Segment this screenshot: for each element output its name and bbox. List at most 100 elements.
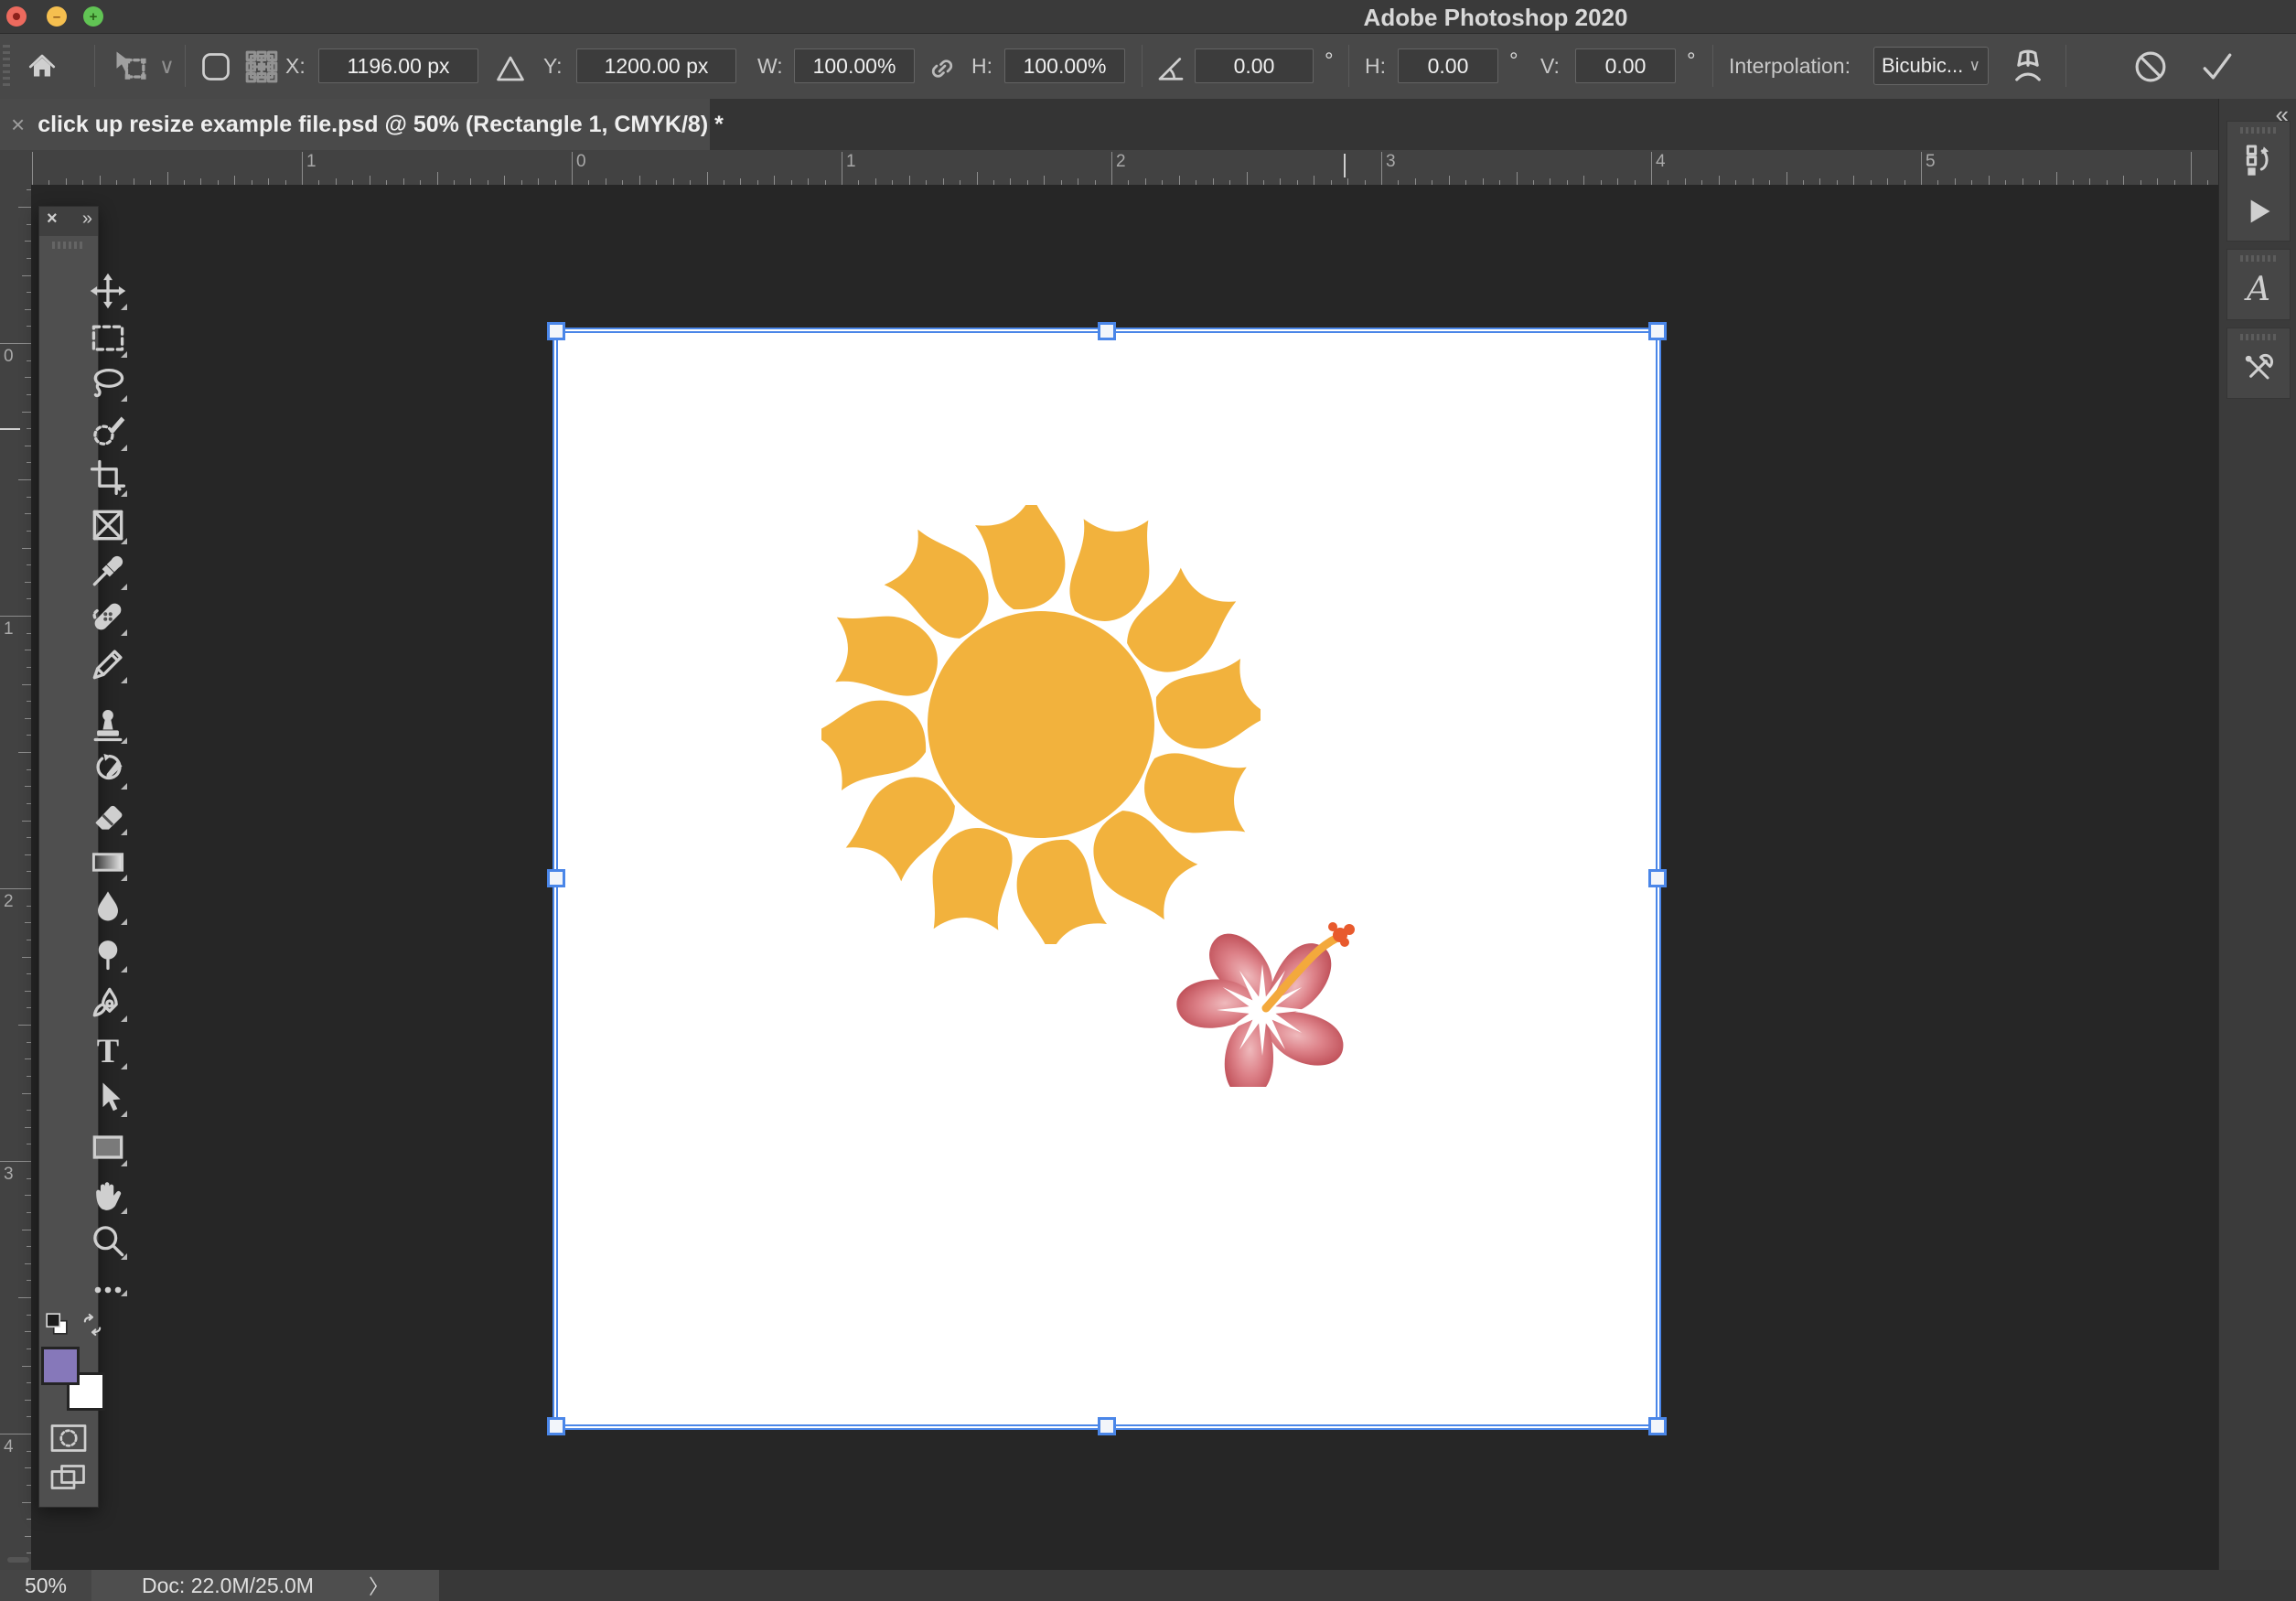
ruler-label: 2 [1116,152,1126,171]
rectangular-marquee-tool[interactable] [88,318,128,359]
hskew-label: H: [1365,54,1386,78]
degree-symbol: ° [1509,48,1518,73]
close-window-button[interactable] [6,6,27,27]
transform-handle-mid-right[interactable] [1648,869,1667,887]
angle-icon [1154,52,1187,85]
crop-tool[interactable] [88,457,128,498]
frame-tool[interactable] [88,505,128,545]
home-icon[interactable] [26,50,59,83]
vertical-ruler[interactable]: 0 1 2 3 4 [0,185,32,1570]
object-selection-tool[interactable] [88,412,128,452]
transform-handle-top-right[interactable] [1648,322,1667,340]
eraser-tool[interactable] [88,796,128,836]
w-label: W: [757,54,783,78]
panel-group [2226,121,2291,242]
lasso-tool[interactable] [88,362,128,403]
y-label: Y: [543,54,563,78]
document-tab[interactable]: × click up resize example file.psd @ 50%… [0,99,724,150]
tool-presets-panel-icon[interactable] [2240,350,2277,387]
close-tab-icon[interactable]: × [11,111,25,139]
panel-grip[interactable] [2240,127,2277,134]
eyedropper-tool[interactable] [88,551,128,591]
panel-group [2226,328,2291,399]
zoom-level-field[interactable]: 50% [0,1570,91,1601]
move-tool[interactable] [88,271,128,311]
reference-point-icon[interactable] [243,48,280,85]
panel-grip[interactable] [52,242,85,249]
transform-handle-mid-left[interactable] [547,869,565,887]
doc-size-text: Doc: 22.0M/25.0M [142,1573,314,1597]
svg-text:T: T [97,1032,119,1069]
x-label: X: [285,54,306,78]
transform-handle-top-left[interactable] [547,322,565,340]
status-chevron-icon[interactable]: 〉 [369,1571,389,1600]
tools-panel: × » T [38,206,127,1508]
expand-panel-icon[interactable]: » [82,209,92,230]
pen-tool[interactable] [88,983,128,1023]
hskew-input[interactable]: 0.00 [1398,48,1498,83]
dodge-tool[interactable] [88,933,128,973]
interpolation-dropdown[interactable]: Bicubic... ∨ [1873,47,1989,85]
default-colors-icon[interactable] [45,1312,69,1336]
close-panel-icon[interactable]: × [47,209,58,230]
minimize-window-button[interactable]: – [47,6,67,27]
gradient-tool[interactable] [88,842,128,882]
options-bar-grip[interactable] [3,45,10,87]
divider [1712,45,1713,87]
history-panel-icon[interactable] [2240,142,2277,178]
foreground-color-swatch[interactable] [41,1347,80,1385]
vskew-label: V: [1540,54,1560,78]
transform-handle-bottom-right[interactable] [1648,1417,1667,1435]
tools-panel-header[interactable]: × » [39,207,98,236]
cursor-position-mark [0,428,20,430]
delta-icon[interactable] [494,52,527,85]
transform-handle-top-center[interactable] [1098,322,1116,340]
transform-handle-bottom-center[interactable] [1098,1417,1116,1435]
status-bar: 50% Doc: 22.0M/25.0M 〉 [0,1570,2296,1601]
relative-position-checkbox[interactable] [199,50,232,83]
cursor-position-mark [1344,154,1346,177]
pencil-tool[interactable] [88,644,128,684]
w-input[interactable]: 100.00% [794,48,915,83]
chevron-down-icon[interactable]: ∨ [159,54,175,79]
rectangle-shape-tool[interactable] [88,1127,128,1167]
transform-bounding-box[interactable] [553,328,1661,1430]
zoom-tool[interactable] [88,1220,128,1261]
quick-mask-icon[interactable] [49,1422,88,1455]
scrollbar-thumb[interactable] [7,1557,29,1563]
zoom-window-button[interactable]: + [83,6,103,27]
document-size-status[interactable]: Doc: 22.0M/25.0M 〉 [91,1570,439,1601]
divider [2065,45,2066,87]
commit-transform-icon[interactable] [2197,47,2237,87]
transform-handle-bottom-left[interactable] [547,1417,565,1435]
x-input[interactable]: 1196.00 px [318,48,478,83]
actions-panel-icon[interactable] [2240,193,2277,230]
rotate-input[interactable]: 0.00 [1195,48,1314,83]
ruler-label: 1 [4,619,14,639]
horizontal-ruler[interactable]: 1 0 1 2 3 4 5 [31,150,2218,186]
screen-mode-icon[interactable] [49,1462,88,1497]
hand-tool[interactable] [88,1175,128,1215]
h-input[interactable]: 100.00% [1004,48,1125,83]
vskew-input[interactable]: 0.00 [1575,48,1676,83]
panel-grip[interactable] [2240,255,2277,262]
cancel-transform-icon[interactable] [2131,48,2170,86]
y-input[interactable]: 1200.00 px [576,48,736,83]
edit-toolbar-icon[interactable] [88,1270,128,1297]
swap-colors-icon[interactable] [80,1312,105,1338]
ruler-label: 0 [4,347,14,366]
warp-mode-icon[interactable] [2009,48,2047,86]
app-title: Adobe Photoshop 2020 [1363,4,1628,31]
history-brush-tool[interactable] [88,750,128,790]
clone-stamp-tool[interactable] [88,704,128,745]
type-tool[interactable]: T [88,1030,128,1070]
path-selection-tool[interactable] [88,1078,128,1118]
tool-preset-icon[interactable] [112,47,152,87]
spot-healing-brush-tool[interactable] [88,596,128,637]
link-icon[interactable] [926,52,959,85]
blur-tool[interactable] [88,886,128,926]
degree-symbol: ° [1687,48,1696,73]
right-panel-strip: « A [2218,99,2296,1570]
panel-grip[interactable] [2240,334,2277,340]
glyphs-panel-icon[interactable]: A [2240,272,2277,308]
